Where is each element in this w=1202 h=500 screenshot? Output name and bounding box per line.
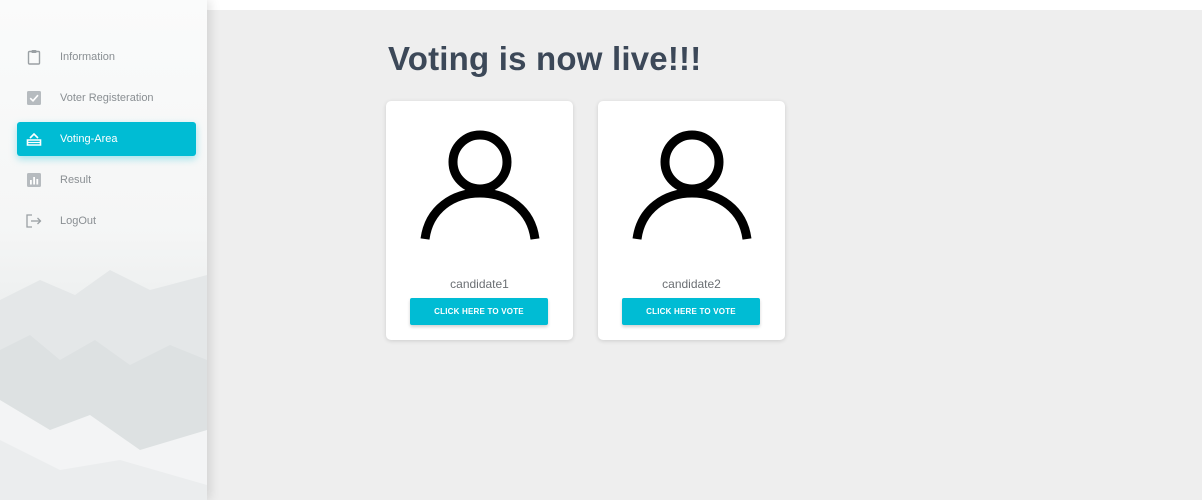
bar-chart-icon	[26, 172, 42, 188]
sidebar-item-voter-registeration[interactable]: Voter Registeration	[17, 81, 196, 115]
sidebar-item-logout[interactable]: LogOut	[17, 204, 196, 238]
sidebar-item-label: Voter Registeration	[60, 92, 154, 104]
sidebar-item-voting-area[interactable]: Voting-Area	[17, 122, 196, 156]
sidebar-item-result[interactable]: Result	[17, 163, 196, 197]
sidebar-item-information[interactable]: Information	[17, 40, 196, 74]
checkbox-icon	[26, 90, 42, 106]
candidate-name: candidate1	[450, 277, 509, 291]
app-window: Information Voter Registeration Voting-A…	[0, 0, 1202, 500]
candidate-card: candidate1 CLICK HERE TO VOTE	[386, 101, 573, 340]
vote-button[interactable]: CLICK HERE TO VOTE	[410, 298, 548, 325]
clipboard-icon	[26, 49, 42, 65]
voting-area-panel: Voting is now live!!! candidate1 CLICK H…	[207, 10, 1202, 500]
person-icon	[420, 130, 540, 240]
logout-icon	[26, 213, 42, 229]
mountain-background-image	[0, 270, 207, 500]
sidebar-nav: Information Voter Registeration Voting-A…	[17, 40, 196, 245]
ballot-box-icon	[26, 131, 42, 147]
candidate-name: candidate2	[662, 277, 721, 291]
person-icon	[632, 130, 752, 240]
sidebar-item-label: Result	[60, 174, 92, 186]
sidebar-item-label: LogOut	[60, 215, 97, 227]
sidebar: Information Voter Registeration Voting-A…	[0, 0, 207, 500]
vote-button[interactable]: CLICK HERE TO VOTE	[622, 298, 760, 325]
sidebar-item-label: Voting-Area	[60, 133, 118, 145]
sidebar-item-label: Information	[60, 51, 116, 63]
candidate-card: candidate2 CLICK HERE TO VOTE	[598, 101, 785, 340]
page-title: Voting is now live!!!	[388, 40, 702, 77]
